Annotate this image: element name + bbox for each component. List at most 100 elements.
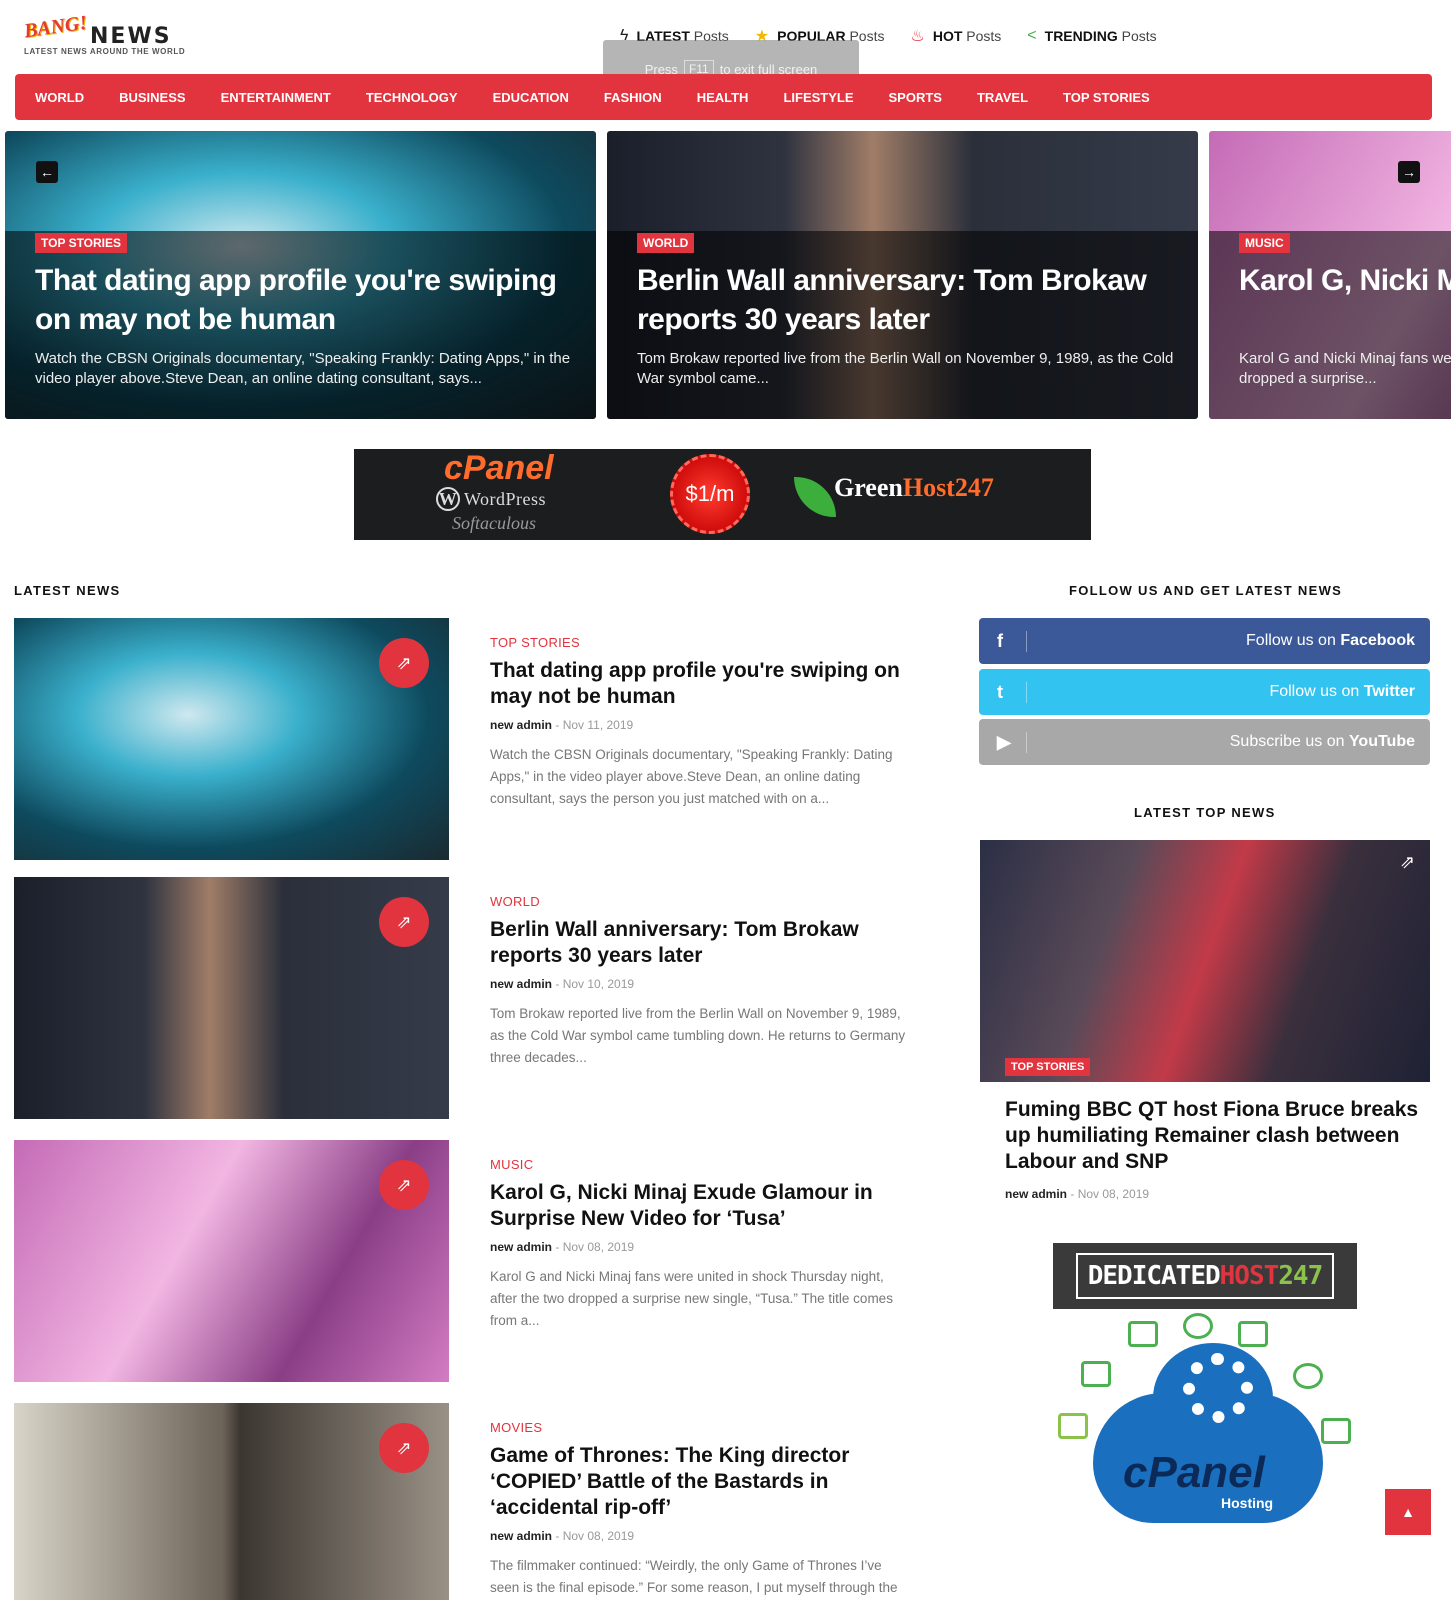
- main-category-nav: WORLD BUSINESS ENTERTAINMENT TECHNOLOGY …: [15, 74, 1432, 120]
- nav-sports[interactable]: SPORTS: [889, 90, 942, 105]
- nav-world[interactable]: WORLD: [35, 90, 84, 105]
- twitter-follow-button[interactable]: t Follow us on Twitter: [979, 669, 1430, 715]
- logo-bang: BANG!: [22, 11, 89, 43]
- slide-category-badge[interactable]: MUSIC: [1239, 233, 1290, 253]
- post-meta: new admin - Nov 08, 2019: [490, 1529, 635, 1543]
- banner-price-badge: $1/m: [670, 454, 750, 534]
- slide-description: Karol G and Nicki Minaj fans were united…: [1239, 350, 1451, 387]
- top-nav-hot-bold: HOT: [932, 28, 963, 44]
- nav-education[interactable]: EDUCATION: [493, 90, 569, 105]
- post-meta: new admin - Nov 11, 2019: [490, 718, 634, 732]
- post-author[interactable]: new admin: [490, 718, 552, 732]
- post-author[interactable]: new admin: [490, 977, 552, 991]
- flame-icon: ♨: [910, 28, 925, 45]
- top-nav-trending[interactable]: < TRENDING Posts: [1027, 26, 1156, 46]
- slide-category-badge[interactable]: TOP STORIES: [35, 233, 128, 253]
- database-icon: [1293, 1363, 1323, 1389]
- external-link-icon[interactable]: ⇗: [379, 1160, 429, 1210]
- hosting-banner-ad[interactable]: cPanel W WordPress Softaculous $1/m Green…: [354, 449, 1091, 540]
- slide-item[interactable]: TOP STORIES That dating app profile you'…: [5, 131, 596, 419]
- nav-entertainment[interactable]: ENTERTAINMENT: [221, 90, 331, 105]
- nav-business[interactable]: BUSINESS: [119, 90, 185, 105]
- caret-up-icon: ▲: [1401, 1504, 1415, 1520]
- banner-wordpress-logo: W WordPress: [436, 487, 546, 511]
- slide-title[interactable]: Karol G, Nicki Minaj Exude Glamour in Su…: [1239, 261, 1451, 300]
- ad-brand-a: DEDICATED: [1087, 1261, 1221, 1291]
- post-title[interactable]: Berlin Wall anniversary: Tom Brokaw repo…: [490, 917, 910, 969]
- youtube-icon: ▶: [997, 731, 1027, 753]
- slide-category-badge[interactable]: WORLD: [637, 233, 695, 253]
- slide-title[interactable]: Berlin Wall anniversary: Tom Brokaw repo…: [637, 261, 1178, 339]
- share-icon: <: [1027, 27, 1037, 44]
- slide-overlay: [1209, 231, 1451, 419]
- youtube-network: YouTube: [1348, 733, 1415, 750]
- post-title[interactable]: Karol G, Nicki Minaj Exude Glamour in Su…: [490, 1180, 910, 1232]
- external-link-icon[interactable]: ⇗: [379, 638, 429, 688]
- dedicated-host-logo: DEDICATEDHOST247: [1053, 1243, 1357, 1309]
- post-meta: new admin - Nov 08, 2019: [490, 1240, 635, 1254]
- slide-description: Tom Brokaw reported live from the Berlin…: [637, 350, 1174, 387]
- post-category[interactable]: WORLD: [490, 894, 540, 909]
- external-link-icon[interactable]: ⇗: [379, 1423, 429, 1473]
- post-author[interactable]: new admin: [490, 1240, 552, 1254]
- post-date: Nov 11, 2019: [562, 718, 634, 732]
- top-news-category-badge[interactable]: TOP STORIES: [1005, 1058, 1091, 1076]
- top-nav-hot-light: Posts: [966, 28, 1002, 44]
- nav-travel[interactable]: TRAVEL: [977, 90, 1028, 105]
- latest-top-news-heading: LATEST TOP NEWS: [1134, 805, 1276, 820]
- facebook-follow-text: Follow us on: [1246, 632, 1336, 649]
- logo-news: NEWS: [90, 24, 172, 49]
- external-link-icon[interactable]: ⇗: [379, 897, 429, 947]
- dedicated-host-ad[interactable]: DEDICATEDHOST247 cPanel Hosting: [1053, 1243, 1357, 1533]
- post-date: Nov 10, 2019: [562, 977, 635, 991]
- latest-news-heading: LATEST NEWS: [14, 583, 121, 598]
- nav-health[interactable]: HEALTH: [697, 90, 749, 105]
- top-news-thumbnail[interactable]: ⇗ TOP STORIES: [980, 840, 1430, 1082]
- gear-icon: [1183, 1353, 1253, 1423]
- youtube-subscribe-button[interactable]: ▶ Subscribe us on YouTube: [979, 719, 1430, 765]
- dedicated-host-wordmark: DEDICATEDHOST247: [1075, 1253, 1335, 1299]
- slide-title[interactable]: That dating app profile you're swiping o…: [35, 261, 576, 339]
- nav-top-stories[interactable]: TOP STORIES: [1063, 90, 1150, 105]
- post-title[interactable]: Game of Thrones: The King director ‘COPI…: [490, 1443, 910, 1521]
- top-nav-trending-light: Posts: [1121, 28, 1157, 44]
- ad-cpanel-logo: cPanel: [1123, 1448, 1265, 1497]
- top-news-title[interactable]: Fuming BBC QT host Fiona Bruce breaks up…: [1005, 1097, 1435, 1175]
- nav-fashion[interactable]: FASHION: [604, 90, 662, 105]
- logo-tagline: LATEST NEWS AROUND THE WORLD: [24, 47, 186, 56]
- facebook-follow-button[interactable]: f Follow us on Facebook: [979, 618, 1430, 664]
- post-category[interactable]: MOVIES: [490, 1420, 542, 1435]
- follow-heading: FOLLOW US AND GET LATEST NEWS: [1069, 583, 1343, 598]
- twitter-network: Twitter: [1363, 683, 1415, 700]
- banner-cpanel-logo: cPanel: [444, 449, 554, 487]
- post-title[interactable]: That dating app profile you're swiping o…: [490, 658, 910, 710]
- facebook-network: Facebook: [1340, 632, 1415, 649]
- post-date: Nov 08, 2019: [562, 1529, 635, 1543]
- external-link-icon[interactable]: ⇗: [1400, 852, 1415, 873]
- document-icon: [1128, 1321, 1158, 1347]
- youtube-subscribe-label: Subscribe us on YouTube: [1230, 733, 1415, 751]
- nav-lifestyle[interactable]: LIFESTYLE: [783, 90, 853, 105]
- top-nav-hot[interactable]: ♨ HOT Posts: [910, 26, 1001, 46]
- post-author[interactable]: new admin: [490, 1529, 552, 1543]
- post-excerpt: Watch the CBSN Originals documentary, "S…: [490, 747, 893, 806]
- slide-description: Watch the CBSN Originals documentary, "S…: [35, 350, 571, 387]
- twitter-icon: t: [997, 681, 1027, 703]
- slider-next-arrow-icon[interactable]: →: [1398, 161, 1420, 183]
- save-icon: [1321, 1418, 1351, 1444]
- post-category[interactable]: TOP STORIES: [490, 635, 580, 650]
- nav-technology[interactable]: TECHNOLOGY: [366, 90, 458, 105]
- site-logo[interactable]: BANG! NEWS LATEST NEWS AROUND THE WORLD: [22, 11, 194, 58]
- leaf-icon: [794, 477, 836, 517]
- post-date: Nov 08, 2019: [562, 1240, 635, 1254]
- ad-brand-c: 247: [1278, 1261, 1323, 1291]
- slide-item[interactable]: WORLD Berlin Wall anniversary: Tom Broka…: [607, 131, 1198, 419]
- top-news-author[interactable]: new admin: [1005, 1187, 1067, 1201]
- server-icon: [1238, 1321, 1268, 1347]
- facebook-icon: f: [997, 630, 1027, 652]
- slider-prev-arrow-icon[interactable]: ←: [36, 161, 58, 183]
- post-category[interactable]: MUSIC: [490, 1157, 533, 1172]
- banner-wordpress-text: WordPress: [464, 489, 547, 509]
- back-to-top-button[interactable]: ▲: [1385, 1489, 1431, 1535]
- monitor-icon: [1081, 1361, 1111, 1387]
